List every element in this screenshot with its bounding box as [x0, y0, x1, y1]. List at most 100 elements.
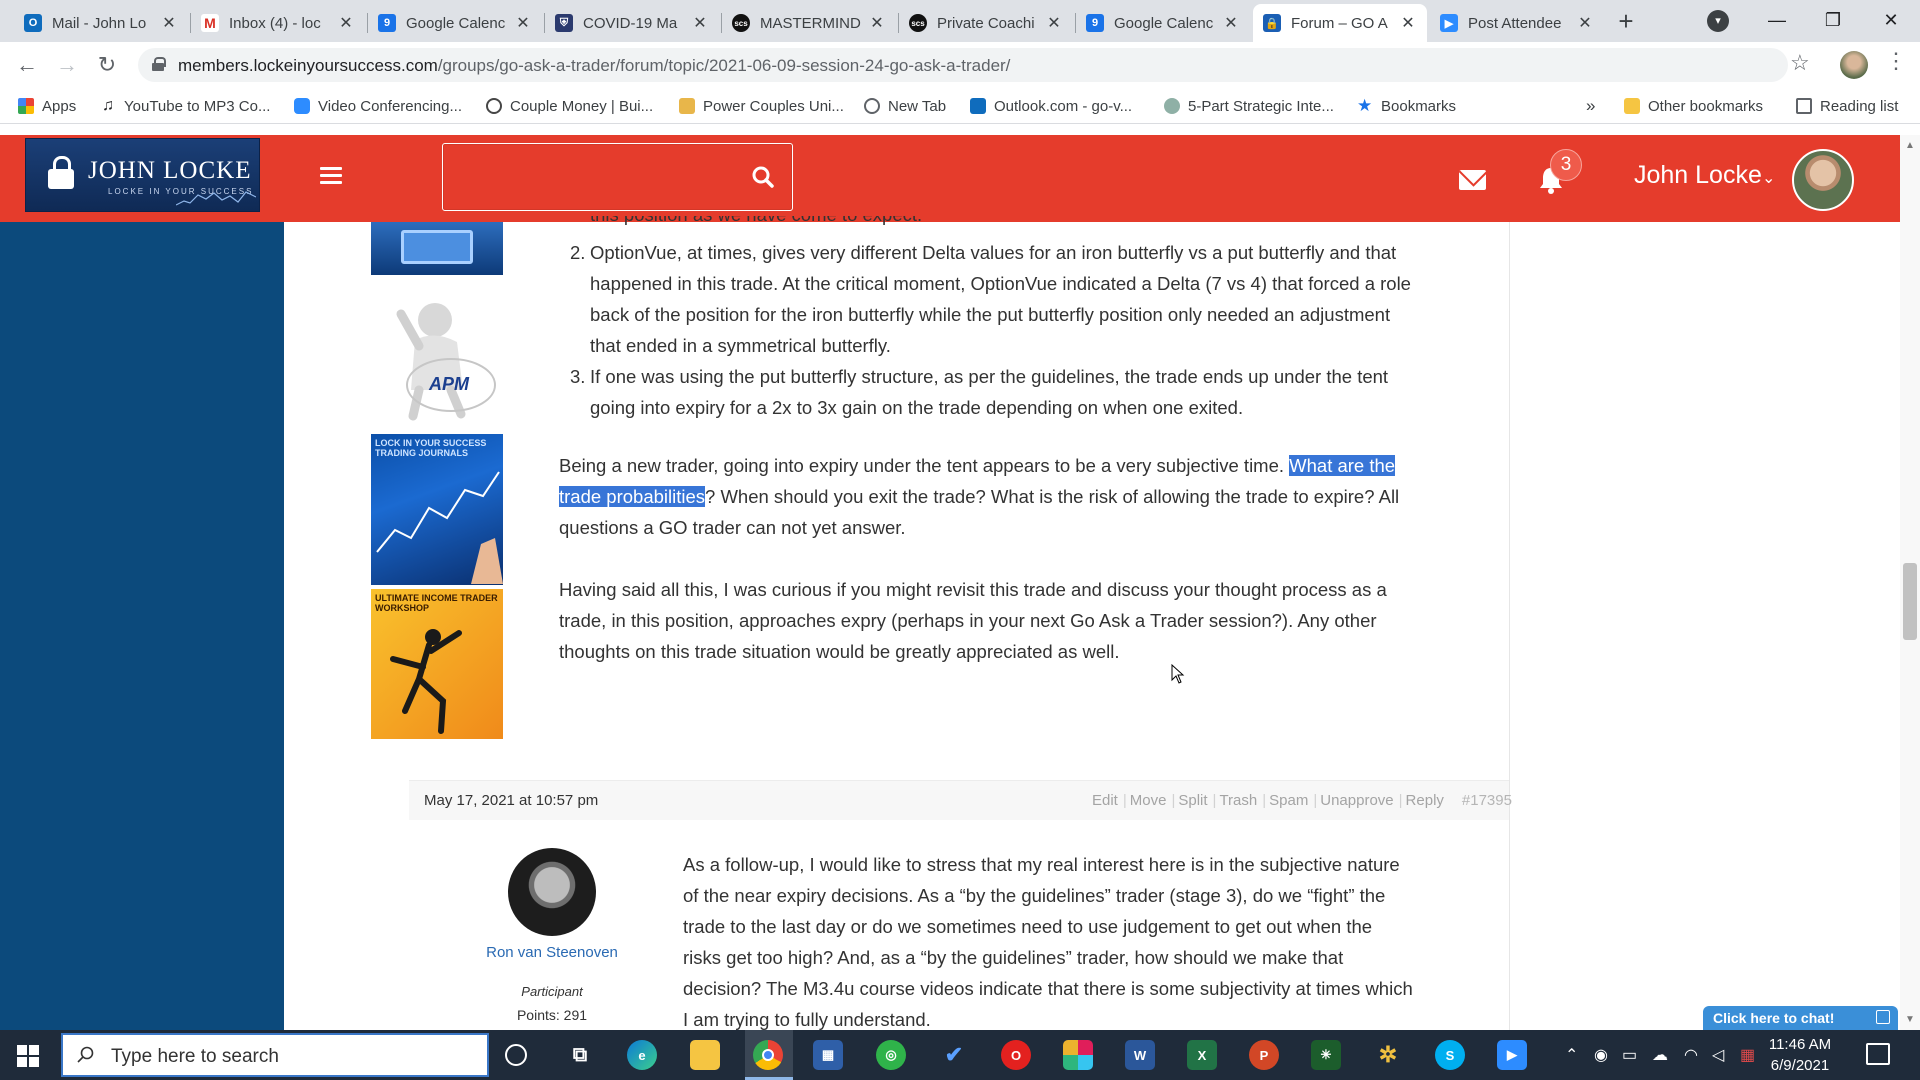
edit-link[interactable]: Edit — [1092, 792, 1118, 809]
site-icon — [1164, 98, 1180, 114]
tab-mail[interactable]: O Mail - John Lo ✕ — [14, 4, 188, 42]
author-avatar[interactable] — [508, 848, 596, 936]
music-note-icon: ♫ — [102, 97, 114, 114]
restore-icon[interactable]: ❐ — [1808, 4, 1858, 36]
reading-list-icon — [1796, 98, 1812, 114]
bookmark-apps[interactable]: Apps — [18, 96, 76, 116]
unapprove-link[interactable]: Unapprove — [1320, 792, 1393, 809]
close-icon[interactable]: ✕ — [868, 13, 886, 33]
edge-icon[interactable]: e — [627, 1040, 657, 1070]
taskbar-search-input[interactable]: Type here to search — [61, 1033, 489, 1077]
tab-google-calendar-2[interactable]: 9 Google Calenc ✕ — [1076, 4, 1250, 42]
move-link[interactable]: Move — [1130, 792, 1167, 809]
bookmark-couple-money[interactable]: Couple Money | Bui... — [486, 96, 653, 116]
bookmark-outlook[interactable]: Outlook.com - go-v... — [970, 96, 1132, 116]
site-search-input[interactable] — [442, 143, 793, 211]
bookmark-new-tab[interactable]: New Tab — [864, 96, 946, 116]
site-icon — [679, 98, 695, 114]
close-icon[interactable]: ✕ — [1045, 13, 1063, 33]
zoom-icon — [294, 98, 310, 114]
tab-search-icon[interactable]: ▾ — [1707, 10, 1729, 32]
spam-link[interactable]: Spam — [1269, 792, 1308, 809]
chat-widget[interactable]: Click here to chat! — [1703, 1006, 1898, 1030]
bookmark-video-conferencing[interactable]: Video Conferencing... — [294, 96, 462, 116]
task-view-icon[interactable]: ⧉ — [565, 1040, 595, 1070]
tab-mastermind[interactable]: scs MASTERMIND ✕ — [722, 4, 896, 42]
mail-icon[interactable] — [1459, 170, 1486, 190]
star-icon: ★ — [1357, 96, 1373, 115]
content-divider — [1509, 222, 1510, 1030]
list-text: OptionVue, at times, gives very differen… — [590, 242, 1411, 356]
bookmark-label: Other bookmarks — [1648, 97, 1764, 115]
outlook-icon: O — [24, 14, 42, 32]
scrollbar-thumb[interactable] — [1903, 563, 1917, 640]
notification-badge[interactable]: 3 — [1550, 149, 1582, 181]
bookmark-label: New Tab — [888, 97, 947, 115]
tab-forum-active[interactable]: 🔒 Forum – GO A ✕ — [1253, 4, 1427, 42]
profile-avatar[interactable] — [1840, 51, 1868, 79]
apm-image: APM — [371, 290, 503, 424]
url-host: members.lockeinyoursuccess.com — [178, 56, 438, 75]
reload-icon[interactable]: ↻ — [92, 50, 122, 80]
window-close-icon[interactable]: ✕ — [1866, 4, 1916, 36]
hamburger-menu-icon[interactable] — [320, 167, 342, 185]
bookmark-other[interactable]: Other bookmarks — [1624, 96, 1763, 116]
close-icon[interactable]: ✕ — [1399, 13, 1417, 33]
url-text[interactable]: members.lockeinyoursuccess.com/groups/go… — [178, 56, 1010, 76]
scroll-down-icon[interactable]: ▼ — [1905, 1014, 1915, 1025]
tab-title: Google Calenc — [406, 14, 506, 32]
tab-google-calendar[interactable]: 9 Google Calenc ✕ — [368, 4, 542, 42]
close-icon[interactable]: ✕ — [514, 13, 532, 33]
menu-icon[interactable]: ⋮ — [1885, 48, 1907, 74]
search-icon[interactable] — [752, 166, 774, 188]
file-explorer-icon[interactable] — [690, 1040, 720, 1070]
search-icon — [77, 1046, 94, 1063]
close-icon[interactable]: ✕ — [691, 13, 709, 33]
list-number: 3. — [570, 366, 586, 387]
split-link[interactable]: Split — [1178, 792, 1207, 809]
apm-figure-graphic — [396, 303, 496, 421]
reply-id-link[interactable]: #17395 — [1462, 792, 1512, 809]
tab-inbox[interactable]: M Inbox (4) - loc ✕ — [191, 4, 365, 42]
close-icon[interactable]: ✕ — [160, 13, 178, 33]
author-name-link[interactable]: Ron van Steenoven — [480, 942, 624, 963]
tab-private-coaching[interactable]: scs Private Coachi ✕ — [899, 4, 1073, 42]
scroll-up-icon[interactable]: ▲ — [1905, 140, 1915, 151]
tab-covid[interactable]: ⛨ COVID-19 Ma ✕ — [545, 4, 719, 42]
new-tab-button[interactable]: + — [1612, 8, 1640, 36]
bookmark-5-part[interactable]: 5-Part Strategic Inte... — [1164, 96, 1334, 116]
forward-icon[interactable]: → — [52, 50, 82, 80]
windows-start-icon[interactable] — [17, 1045, 39, 1067]
chat-expand-icon[interactable] — [1876, 1010, 1890, 1024]
post-paragraph: Being a new trader, going into expiry un… — [559, 450, 1409, 543]
address-bar[interactable]: members.lockeinyoursuccess.com/groups/go… — [138, 48, 1788, 82]
back-icon[interactable]: ← — [12, 50, 42, 80]
user-menu-name[interactable]: John Locke — [1634, 161, 1762, 190]
tab-title: Google Calenc — [1114, 14, 1214, 32]
bookmark-reading-list[interactable]: Reading list — [1796, 96, 1898, 116]
tab-title: Post Attendee — [1468, 14, 1562, 32]
reply-meta-bar: May 17, 2021 at 10:57 pm Edit | Move | Split… — [409, 780, 1512, 820]
site-logo[interactable]: JOHN LOCKE LOCKE IN YOUR SUCCESS — [25, 138, 260, 212]
close-icon[interactable]: ✕ — [1222, 13, 1240, 33]
bookmark-label: Power Couples Uni... — [703, 97, 844, 115]
cortana-icon[interactable] — [505, 1044, 527, 1066]
chevron-down-icon[interactable]: ⌄ — [1762, 168, 1775, 188]
user-avatar[interactable] — [1792, 149, 1854, 211]
close-icon[interactable]: ✕ — [1576, 13, 1594, 33]
mouse-cursor-icon — [1171, 664, 1185, 684]
bookmark-youtube-mp3[interactable]: ♫ YouTube to MP3 Co... — [100, 96, 270, 116]
bookmark-power-couples[interactable]: Power Couples Uni... — [679, 96, 844, 116]
reply-link[interactable]: Reply — [1406, 792, 1444, 809]
bookmarks-overflow-button[interactable]: » — [1586, 96, 1595, 116]
bookmark-bookmarks[interactable]: ★ Bookmarks — [1357, 96, 1456, 116]
minimize-icon[interactable]: — — [1752, 4, 1802, 36]
lock-icon[interactable] — [152, 57, 166, 71]
tab-post-attendee[interactable]: ▶ Post Attendee ✕ — [1430, 4, 1604, 42]
left-sidebar — [0, 222, 284, 1030]
tab-title: MASTERMIND — [760, 14, 861, 32]
bookmark-star-icon[interactable]: ☆ — [1790, 50, 1810, 76]
author-points: Points: 291 — [516, 1007, 588, 1023]
close-icon[interactable]: ✕ — [337, 13, 355, 33]
trash-link[interactable]: Trash — [1219, 792, 1257, 809]
